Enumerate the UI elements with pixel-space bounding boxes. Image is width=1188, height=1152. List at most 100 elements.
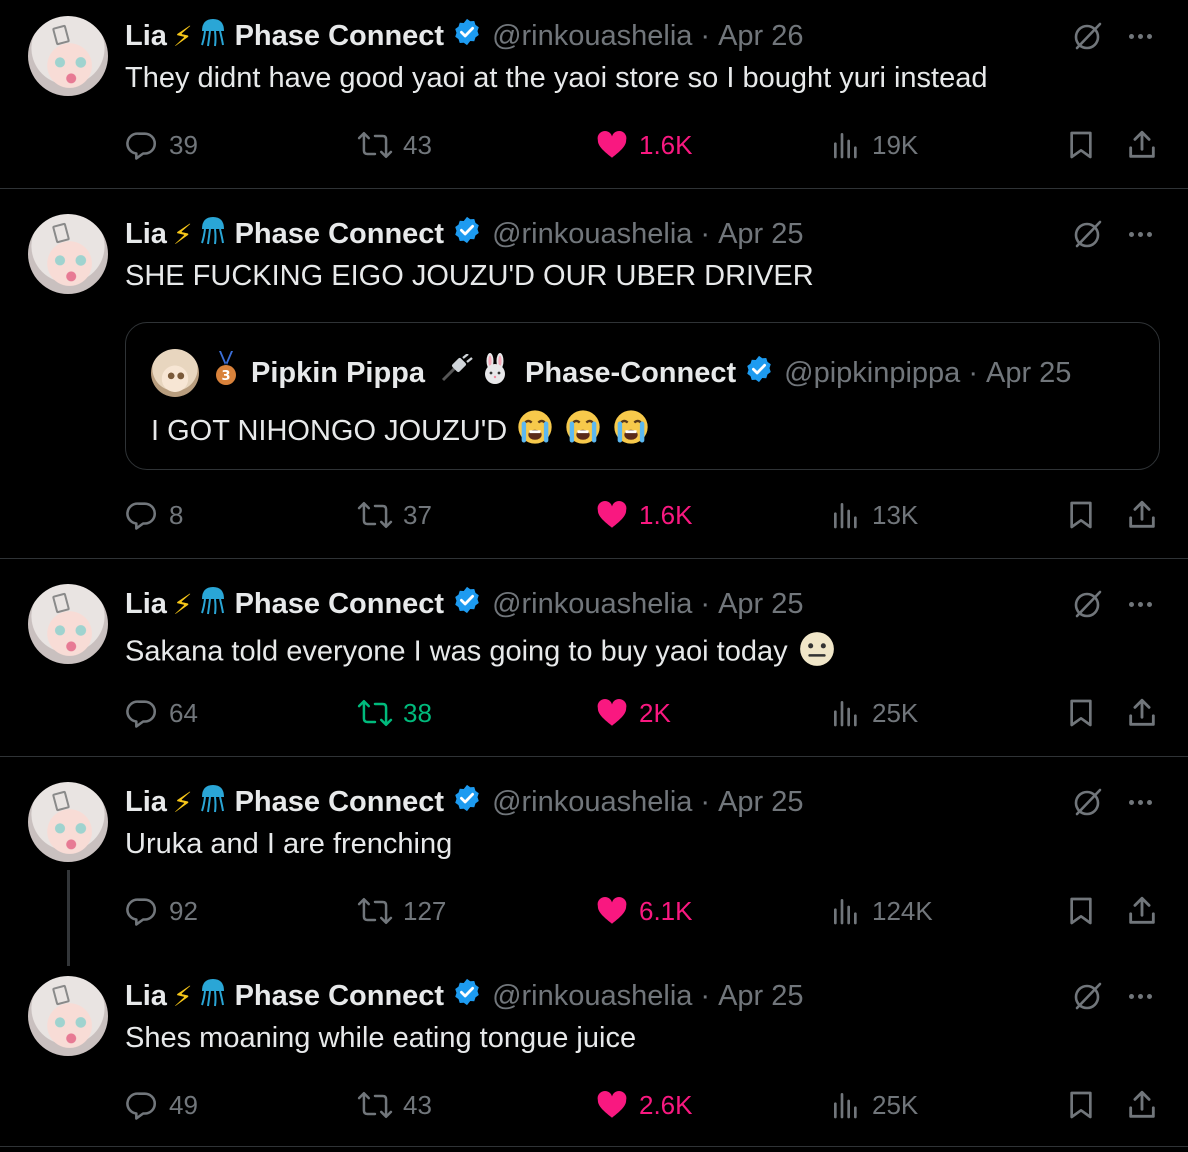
user-handle[interactable]: @rinkouashelia	[492, 786, 692, 819]
more-icon[interactable]	[1124, 218, 1156, 250]
display-name-org[interactable]: Phase Connect	[235, 588, 445, 621]
user-handle[interactable]: @rinkouashelia	[492, 980, 692, 1013]
retweet-icon	[357, 501, 393, 529]
display-name[interactable]: Lia	[125, 980, 167, 1013]
avatar[interactable]	[28, 584, 108, 664]
like-count: 1.6K	[639, 129, 693, 160]
avatar[interactable]	[28, 782, 108, 862]
views-button[interactable]: 25K	[830, 1088, 918, 1122]
quoted-date[interactable]: Apr 25	[986, 357, 1071, 390]
reply-button[interactable]: 92	[125, 894, 198, 928]
verified-icon	[452, 783, 482, 821]
view-count: 25K	[872, 1089, 919, 1120]
verified-icon	[452, 215, 482, 253]
tweet-date[interactable]: Apr 25	[718, 218, 803, 251]
bookmark-button[interactable]	[1065, 696, 1107, 730]
retweet-button[interactable]: 37	[357, 498, 432, 532]
tweet-text-content: SHE FUCKING EIGO JOUZU'D OUR UBER DRIVER	[125, 260, 814, 292]
display-name[interactable]: Lia	[125, 588, 167, 621]
share-icon	[1129, 130, 1155, 158]
display-name-org[interactable]: Phase Connect	[235, 980, 445, 1013]
grok-icon[interactable]	[1072, 588, 1104, 620]
share-button[interactable]	[1125, 696, 1169, 730]
like-button[interactable]: 2.6K	[595, 1088, 693, 1122]
jellyfish-emoji-icon	[199, 585, 227, 623]
avatar[interactable]	[28, 976, 108, 1056]
tweet[interactable]: Lia ⚡ Phase Connect @rinkouashelia · Apr…	[0, 0, 1188, 1152]
quoted-display-name[interactable]: Pipkin Pippa	[251, 357, 425, 390]
display-name[interactable]: Lia	[125, 20, 167, 53]
separator-dot: ·	[700, 217, 711, 250]
bookmark-button[interactable]	[1065, 1088, 1107, 1122]
like-button[interactable]: 2K	[595, 696, 671, 730]
views-icon	[834, 1093, 857, 1119]
tweet-actions: 8 37 1.6K 13K	[125, 498, 1165, 532]
tweet-date[interactable]: Apr 25	[718, 786, 803, 819]
views-button[interactable]: 19K	[830, 128, 918, 162]
tweet-text-content: They didnt have good yaoi at the yaoi st…	[125, 62, 988, 94]
display-name[interactable]: Lia	[125, 786, 167, 819]
display-name-org[interactable]: Phase Connect	[235, 786, 445, 819]
verified-icon	[744, 354, 774, 392]
heart-icon	[597, 896, 627, 924]
grok-icon[interactable]	[1072, 20, 1104, 52]
separator-dot: ·	[700, 587, 711, 620]
tweet-date[interactable]: Apr 25	[718, 980, 803, 1013]
views-button[interactable]: 13K	[830, 498, 918, 532]
share-button[interactable]	[1125, 498, 1169, 532]
like-button[interactable]: 6.1K	[595, 894, 693, 928]
heart-icon	[597, 698, 627, 726]
quoted-user-handle[interactable]: @pipkinpippa	[784, 357, 960, 390]
tweet-date[interactable]: Apr 25	[718, 588, 803, 621]
heart-icon	[597, 500, 627, 528]
quoted-display-name-org[interactable]: Phase-Connect	[525, 357, 736, 390]
more-icon[interactable]	[1124, 20, 1156, 52]
reply-button[interactable]: 49	[125, 1088, 198, 1122]
quoted-tweet[interactable]: 3 Pipkin Pippa Phase-Connect @pipkinpipp…	[125, 322, 1160, 470]
retweet-button[interactable]: 43	[357, 1088, 432, 1122]
more-icon[interactable]	[1124, 786, 1156, 818]
share-button[interactable]	[1125, 894, 1169, 928]
user-handle[interactable]: @rinkouashelia	[492, 588, 692, 621]
tweet-header: Lia ⚡ Phase Connect @rinkouashelia · Apr…	[125, 216, 804, 252]
display-name[interactable]: Lia	[125, 218, 167, 251]
views-button[interactable]: 25K	[830, 696, 918, 730]
share-button[interactable]	[1125, 128, 1169, 162]
tweet-date[interactable]: Apr 26	[718, 20, 803, 53]
bookmark-button[interactable]	[1065, 894, 1107, 928]
tweet-text: SHE FUCKING EIGO JOUZU'D OUR UBER DRIVER	[125, 260, 814, 293]
retweet-button[interactable]: 43	[357, 128, 432, 162]
retweet-count: 38	[403, 697, 432, 728]
reply-button[interactable]: 39	[125, 128, 198, 162]
share-button[interactable]	[1125, 1088, 1169, 1122]
tweet-header: Lia ⚡ Phase Connect @rinkouashelia · Apr…	[125, 586, 804, 622]
retweet-button[interactable]: 38	[357, 696, 432, 730]
grok-icon[interactable]	[1072, 786, 1104, 818]
quoted-avatar[interactable]	[151, 349, 199, 397]
views-button[interactable]: 124K	[830, 894, 933, 928]
bookmark-button[interactable]	[1065, 498, 1107, 532]
like-button[interactable]: 1.6K	[595, 128, 693, 162]
more-icon[interactable]	[1124, 588, 1156, 620]
tweet-text-content: Uruka and I are frenching	[125, 828, 453, 860]
like-button[interactable]: 1.6K	[595, 498, 693, 532]
user-handle[interactable]: @rinkouashelia	[492, 218, 692, 251]
reply-count: 49	[169, 1089, 198, 1120]
avatar[interactable]	[28, 214, 108, 294]
bookmark-button[interactable]	[1065, 128, 1107, 162]
bookmark-icon	[1070, 131, 1092, 159]
verified-icon	[452, 585, 482, 623]
user-handle[interactable]: @rinkouashelia	[492, 20, 692, 53]
more-icon[interactable]	[1124, 980, 1156, 1012]
retweet-button[interactable]: 127	[357, 894, 446, 928]
grok-icon[interactable]	[1072, 980, 1104, 1012]
like-count: 6.1K	[639, 895, 693, 926]
reply-button[interactable]: 8	[125, 498, 183, 532]
view-count: 13K	[872, 499, 919, 530]
grok-icon[interactable]	[1072, 218, 1104, 250]
reply-button[interactable]: 64	[125, 696, 198, 730]
bookmark-icon	[1070, 897, 1092, 925]
display-name-org[interactable]: Phase Connect	[235, 218, 445, 251]
avatar[interactable]	[28, 16, 108, 96]
display-name-org[interactable]: Phase Connect	[235, 20, 445, 53]
